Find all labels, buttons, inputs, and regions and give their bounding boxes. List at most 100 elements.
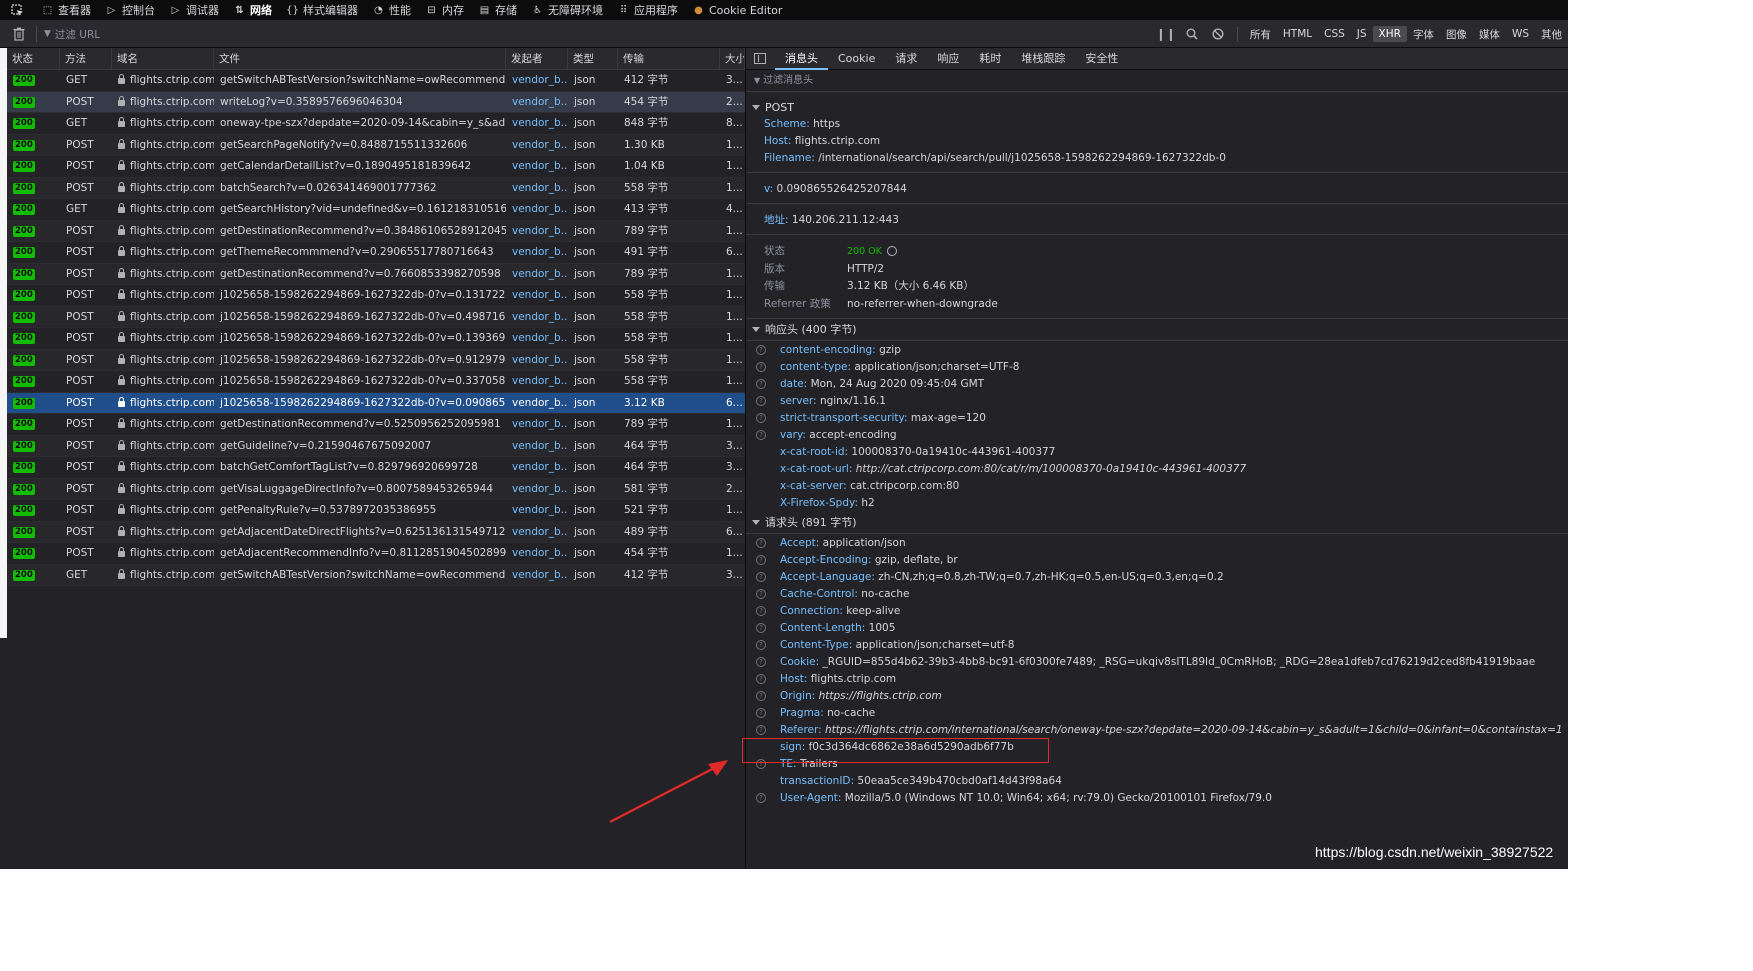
column-header-size[interactable]: 大小 [720, 48, 745, 70]
request-row[interactable]: 200 POST flights.ctrip.com j1025658-1598262… [7, 306, 745, 328]
column-header-file[interactable]: 文件 [214, 48, 506, 70]
help-icon[interactable]: ? [756, 379, 766, 389]
pause-button[interactable]: ❙❙ [1153, 24, 1179, 44]
clear-trash-icon[interactable] [13, 27, 25, 41]
element-picker-button[interactable] [0, 0, 34, 20]
help-icon[interactable]: ? [756, 606, 766, 616]
filter-url-input[interactable]: ▼ 过滤 URL [36, 26, 424, 42]
tool-tab-label: 调试器 [186, 4, 219, 17]
help-icon[interactable] [886, 246, 897, 256]
request-row[interactable]: 200 POST flights.ctrip.com getVisaLuggageDi… [7, 478, 745, 500]
request-row[interactable]: 200 POST flights.ctrip.com getPenaltyRule?v… [7, 500, 745, 522]
header-key: Accept-Encoding: [780, 554, 872, 566]
details-tab-3[interactable]: 响应 [927, 48, 969, 70]
help-icon[interactable]: ? [756, 640, 766, 650]
tool-tab-debugger[interactable]: ▷ 调试器 [162, 0, 226, 20]
header-value: Mon, 24 Aug 2020 09:45:04 GMT [810, 378, 985, 390]
type-filter-3[interactable]: JS [1351, 26, 1373, 42]
request-row[interactable]: 200 POST flights.ctrip.com getAdjacentRecom… [7, 543, 745, 565]
request-headers-section[interactable]: 请求头 (891 字节) [746, 513, 1568, 533]
block-button[interactable] [1205, 24, 1231, 44]
help-icon[interactable]: ? [756, 623, 766, 633]
column-header-status[interactable]: 状态 [7, 48, 60, 70]
tool-tab-accessibility[interactable]: ♿ 无障碍环境 [524, 0, 610, 20]
cell-status: 200 [7, 135, 60, 156]
performance-icon: ◔ [374, 4, 383, 16]
column-header-method[interactable]: 方法 [60, 48, 112, 70]
help-icon[interactable]: ? [756, 725, 766, 735]
help-icon[interactable]: ? [756, 413, 766, 423]
help-icon[interactable]: ? [756, 589, 766, 599]
details-tab-2[interactable]: 请求 [885, 48, 927, 70]
details-tab-4[interactable]: 耗时 [969, 48, 1011, 70]
status-badge: 200 [13, 419, 35, 430]
details-tab-5[interactable]: 堆栈跟踪 [1011, 48, 1075, 70]
type-filter-7[interactable]: 媒体 [1473, 25, 1506, 44]
tool-tab-cookie[interactable]: ● Cookie Editor [685, 0, 789, 20]
request-row[interactable]: 200 GET flights.ctrip.com getSearchHistory?… [7, 199, 745, 221]
filter-headers-input[interactable]: ▼ 过滤消息头 [746, 70, 1568, 92]
column-header-initiator[interactable]: 发起者 [506, 48, 568, 70]
column-header-type[interactable]: 类型 [568, 48, 618, 70]
request-row[interactable]: 200 POST flights.ctrip.com writeLog?v=0.358… [7, 91, 745, 113]
details-tab-1[interactable]: Cookie [828, 48, 885, 70]
request-row[interactable]: 200 POST flights.ctrip.com getDestinationRe… [7, 220, 745, 242]
tool-tab-style-editor[interactable]: {} 样式编辑器 [279, 0, 365, 20]
request-row[interactable]: 200 POST flights.ctrip.com getDestinationRe… [7, 414, 745, 436]
request-row[interactable]: 200 POST flights.ctrip.com getSearchPageNot… [7, 134, 745, 156]
help-icon[interactable]: ? [756, 538, 766, 548]
tool-tab-network[interactable]: ⇅ 网络 [226, 0, 279, 20]
request-row[interactable]: 200 POST flights.ctrip.com getGuideline?v=0… [7, 435, 745, 457]
cell-size: 6... [726, 525, 743, 538]
response-headers-section[interactable]: 响应头 (400 字节) [746, 320, 1568, 340]
request-row[interactable]: 200 POST flights.ctrip.com getThemeRecommme… [7, 242, 745, 264]
request-row[interactable]: 200 GET flights.ctrip.com oneway-tpe-szx?de… [7, 113, 745, 135]
status-badge: 200 [13, 462, 35, 473]
type-filter-4[interactable]: XHR [1372, 26, 1407, 42]
type-filter-5[interactable]: 字体 [1407, 25, 1440, 44]
type-filter-9[interactable]: 其他 [1535, 25, 1568, 44]
request-row[interactable]: 200 GET flights.ctrip.com getSwitchABTestVe… [7, 70, 745, 92]
request-method-section[interactable]: POST [746, 98, 1568, 118]
column-header-transfer[interactable]: 传输 [618, 48, 720, 70]
request-row[interactable]: 200 POST flights.ctrip.com j1025658-1598262… [7, 328, 745, 350]
request-row[interactable]: 200 POST flights.ctrip.com getDestinationRe… [7, 263, 745, 285]
details-tab-6[interactable]: 安全性 [1075, 48, 1128, 70]
request-row[interactable]: 200 POST flights.ctrip.com j1025658-1598262… [7, 392, 745, 414]
request-row[interactable]: 200 POST flights.ctrip.com j1025658-1598262… [7, 349, 745, 371]
type-filter-1[interactable]: HTML [1277, 26, 1318, 42]
help-icon[interactable]: ? [756, 362, 766, 372]
toggle-panel-icon[interactable] [754, 53, 766, 64]
help-icon[interactable]: ? [756, 396, 766, 406]
request-row[interactable]: 200 POST flights.ctrip.com getCalendarDetai… [7, 156, 745, 178]
help-icon[interactable]: ? [756, 555, 766, 565]
column-header-domain[interactable]: 域名 [112, 48, 214, 70]
type-filter-8[interactable]: WS [1506, 26, 1535, 42]
tool-tab-memory[interactable]: ⊟ 内存 [418, 0, 471, 20]
request-row[interactable]: 200 POST flights.ctrip.com batchSearch?v=0.… [7, 177, 745, 199]
type-filter-0[interactable]: 所有 [1244, 25, 1277, 44]
tool-tab-console[interactable]: ▷ 控制台 [98, 0, 162, 20]
request-row[interactable]: 200 POST flights.ctrip.com getAdjacentDateD… [7, 521, 745, 543]
help-icon[interactable]: ? [756, 691, 766, 701]
tool-tab-inspector[interactable]: ⬚ 查看器 [34, 0, 98, 20]
help-icon[interactable]: ? [756, 708, 766, 718]
help-icon[interactable]: ? [756, 345, 766, 355]
request-row[interactable]: 200 POST flights.ctrip.com j1025658-1598262… [7, 285, 745, 307]
help-icon[interactable]: ? [756, 657, 766, 667]
tool-tab-application[interactable]: ⠿ 应用程序 [610, 0, 685, 20]
request-row[interactable]: 200 POST flights.ctrip.com batchGetComfortT… [7, 457, 745, 479]
help-icon[interactable]: ? [756, 793, 766, 803]
details-tab-0[interactable]: 消息头 [775, 48, 828, 70]
help-icon[interactable]: ? [756, 674, 766, 684]
tool-tab-storage[interactable]: ▤ 存储 [471, 0, 524, 20]
help-icon[interactable]: ? [756, 430, 766, 440]
request-row[interactable]: 200 POST flights.ctrip.com j1025658-1598262… [7, 371, 745, 393]
type-filter-2[interactable]: CSS [1318, 26, 1351, 42]
cell-size: 6... [726, 246, 743, 258]
tool-tab-performance[interactable]: ◔ 性能 [365, 0, 418, 20]
search-button[interactable] [1179, 24, 1205, 44]
type-filter-6[interactable]: 图像 [1440, 25, 1473, 44]
help-icon[interactable]: ? [756, 572, 766, 582]
request-row[interactable]: 200 GET flights.ctrip.com getSwitchABTestVe… [7, 564, 745, 586]
